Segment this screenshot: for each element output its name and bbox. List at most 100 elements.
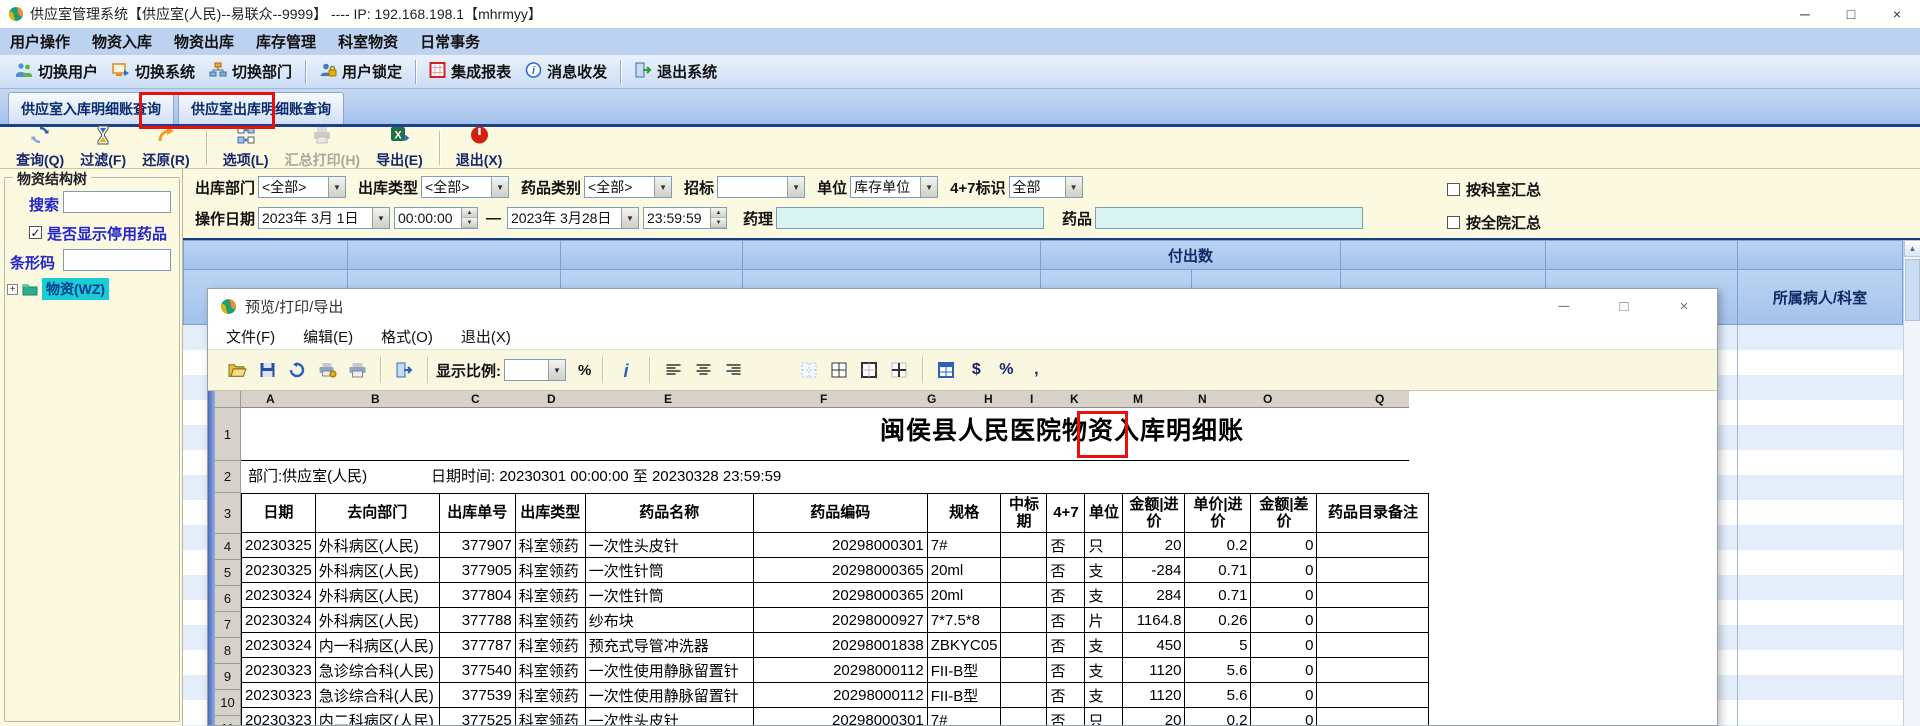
show-disabled-checkbox[interactable]: ✓ [29, 226, 42, 240]
save-icon[interactable] [254, 357, 280, 383]
exit-door-icon[interactable] [391, 357, 417, 383]
report-cell [1316, 657, 1430, 683]
report-cell: 外科病区(人民) [314, 582, 440, 608]
tree-expand-icon[interactable]: + [7, 283, 18, 295]
dialog-minimize-button[interactable]: ─ [1553, 295, 1575, 317]
print-icon[interactable] [344, 357, 370, 383]
toolbar-button[interactable]: 集成报表 [429, 61, 511, 82]
tab-outbound-detail-active[interactable]: 供应室出库明细账查询 [178, 92, 344, 124]
menubar-item[interactable]: 日常事务 [420, 31, 480, 52]
action-button[interactable]: X 导出(E) [376, 125, 423, 170]
filter-combobox[interactable]: 库存单位 ▼ [850, 176, 939, 198]
close-button[interactable]: × [1874, 0, 1920, 28]
scrollbar-thumb[interactable] [1905, 259, 1920, 321]
quit-icon [469, 125, 490, 150]
by-hospital-checkbox[interactable] [1447, 216, 1460, 229]
menubar-item[interactable]: 科室物资 [338, 31, 398, 52]
filter-combobox[interactable]: <全部> ▼ [584, 176, 673, 198]
dropdown-arrow-icon[interactable]: ▼ [787, 177, 805, 197]
currency-icon[interactable]: $ [963, 357, 989, 383]
to-date-picker[interactable]: 2023年 3月28日 ▼ [507, 207, 640, 229]
grid-dotted-icon[interactable] [796, 357, 822, 383]
by-dept-checkbox[interactable] [1447, 183, 1460, 196]
action-button[interactable]: 过滤(F) [80, 125, 126, 170]
menu-bar: 用户操作 物资入库 物资出库 库存管理 科室物资 日常事务 [0, 28, 1920, 55]
menubar-item[interactable]: 物资出库 [174, 31, 234, 52]
scroll-up-icon[interactable]: ▲ [1904, 240, 1920, 257]
comma-format-icon[interactable]: , [1023, 357, 1049, 383]
row-number-gutter: 1234567891011 [215, 391, 241, 725]
minimize-button[interactable]: ─ [1782, 0, 1828, 28]
tree-root-item[interactable]: + 物资(WZ) [7, 278, 110, 300]
dropdown-arrow-icon[interactable]: ▼ [548, 360, 565, 380]
column-letter: G [927, 392, 937, 406]
dropdown-arrow-icon[interactable]: ▼ [654, 177, 672, 197]
action-button[interactable]: 退出(X) [456, 125, 502, 170]
search-input[interactable] [63, 191, 171, 213]
filter-combobox[interactable]: <全部> ▼ [258, 176, 347, 198]
grid-outer-icon[interactable] [856, 357, 882, 383]
info-icon[interactable]: i [613, 357, 639, 383]
refresh-icon[interactable] [284, 357, 310, 383]
report-cell: 科室领药 [514, 707, 586, 725]
report-cell: 外科病区(人民) [314, 557, 440, 583]
action-button[interactable]: 查询(Q) [16, 125, 64, 170]
toolbar-button[interactable]: 切换部门 [209, 61, 292, 82]
dropdown-arrow-icon[interactable]: ▼ [491, 177, 509, 197]
menubar-item[interactable]: 库存管理 [256, 31, 316, 52]
dropdown-arrow-icon[interactable]: ▼ [920, 177, 938, 197]
zoom-ratio-combobox[interactable]: ▼ [504, 359, 566, 381]
action-button[interactable]: 还原(R) [142, 125, 190, 170]
print-setup-icon[interactable] [314, 357, 340, 383]
column-letter-header: ABCDEFGHIKMNOQ [241, 391, 1409, 408]
toolbar-button[interactable]: 用户锁定 [319, 61, 402, 82]
report-cell: 否 [1046, 632, 1086, 658]
to-time-spinner[interactable]: 23:59:59 ▲ ▼ [643, 207, 728, 229]
maximize-button[interactable]: □ [1828, 0, 1874, 28]
dropdown-arrow-icon[interactable]: ▼ [1064, 177, 1082, 197]
report-cell: 0 [1250, 632, 1318, 658]
drug-input[interactable] [1095, 207, 1364, 229]
dropdown-arrow-icon[interactable]: ▼ [328, 177, 346, 197]
from-date-picker[interactable]: 2023年 3月 1日 ▼ [258, 207, 391, 229]
toolbar-button[interactable]: 切换系统 [112, 61, 195, 82]
toolbar-button[interactable]: i 消息收发 [525, 61, 607, 82]
dialog-menu-item[interactable]: 格式(O) [381, 326, 433, 347]
dialog-close-button[interactable]: × [1673, 295, 1695, 317]
align-center-icon[interactable] [690, 357, 716, 383]
report-cell: 5 [1184, 632, 1252, 658]
barcode-input[interactable] [63, 249, 171, 271]
report-cell: 20298000112 [752, 682, 928, 708]
toolbar-button[interactable]: 切换用户 [15, 61, 98, 82]
dialog-menu-item[interactable]: 退出(X) [461, 326, 511, 347]
grid-inner-icon[interactable] [886, 357, 912, 383]
open-icon[interactable] [224, 357, 250, 383]
grid-all-icon[interactable] [826, 357, 852, 383]
format-table-icon[interactable] [933, 357, 959, 383]
report-cell: 20230324 [241, 582, 316, 608]
by-dept-label: 按科室汇总 [1466, 182, 1542, 199]
filter-combobox[interactable]: 全部 ▼ [1008, 176, 1083, 198]
filter-combobox[interactable]: <全部> ▼ [421, 176, 510, 198]
percent-format-icon[interactable]: % [993, 357, 1019, 383]
svg-text:i: i [624, 361, 630, 379]
action-button[interactable]: 选项(L) [223, 125, 269, 170]
dialog-menu-item[interactable]: 文件(F) [226, 326, 275, 347]
pharmacology-input[interactable] [776, 207, 1045, 229]
tab-inbound-detail[interactable]: 供应室入库明细账查询 [8, 92, 174, 124]
grid-vertical-scrollbar[interactable]: ▲ [1903, 240, 1920, 726]
report-column-header: 金额|进价 [1122, 493, 1186, 533]
report-row: 20230323 急诊综合科(人民) 377540 科室领药 一次性使用静脉留置针 202… [241, 657, 1430, 683]
toolbar-button[interactable]: 退出系统 [634, 61, 717, 82]
dialog-menu-item[interactable]: 编辑(E) [303, 326, 353, 347]
filter-combobox[interactable]: ▼ [717, 176, 806, 198]
align-left-icon[interactable] [660, 357, 686, 383]
from-time-spinner[interactable]: 00:00:00 ▲ ▼ [394, 207, 479, 229]
options-icon [235, 125, 257, 150]
dialog-maximize-button[interactable]: □ [1613, 295, 1635, 317]
menubar-item[interactable]: 用户操作 [10, 31, 70, 52]
percent-label: % [578, 361, 592, 379]
align-right-icon[interactable] [720, 357, 746, 383]
report-cell: 否 [1046, 557, 1086, 583]
menubar-item[interactable]: 物资入库 [92, 31, 152, 52]
